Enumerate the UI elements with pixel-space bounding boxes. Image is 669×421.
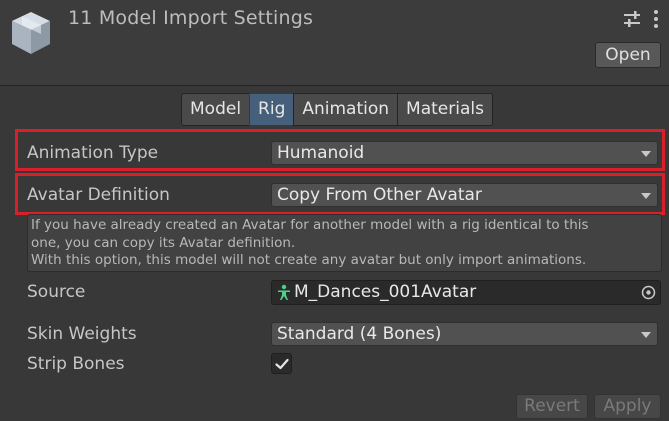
tab-rig[interactable]: Rig xyxy=(249,93,295,126)
inspector-header: 11 Model Import Settings Open xyxy=(0,0,669,86)
animation-type-value: Humanoid xyxy=(277,143,365,163)
avatar-definition-label: Avatar Definition xyxy=(27,185,170,205)
help-box: If you have already created an Avatar fo… xyxy=(27,214,662,272)
strip-bones-checkbox[interactable] xyxy=(271,353,292,374)
skin-weights-value: Standard (4 Bones) xyxy=(277,324,442,344)
source-object-field[interactable]: M_Dances_001Avatar xyxy=(271,280,661,305)
apply-button[interactable]: Apply xyxy=(594,394,661,419)
skin-weights-label: Skin Weights xyxy=(27,324,137,344)
tab-model[interactable]: Model xyxy=(181,93,251,126)
skin-weights-dropdown[interactable]: Standard (4 Bones) xyxy=(271,322,658,346)
more-options-icon[interactable] xyxy=(652,8,660,30)
source-value: M_Dances_001Avatar xyxy=(294,282,477,302)
inspector-title: 11 Model Import Settings xyxy=(68,7,314,29)
source-label: Source xyxy=(27,282,86,302)
checkmark-icon xyxy=(275,358,289,370)
dropdown-arrow-icon xyxy=(641,193,651,199)
help-text-line: If you have already created an Avatar fo… xyxy=(31,217,589,233)
avatar-definition-value: Copy From Other Avatar xyxy=(277,185,482,205)
tab-materials[interactable]: Materials xyxy=(397,93,493,126)
open-button[interactable]: Open xyxy=(595,42,661,68)
help-text-line: one, you can copy its Avatar definition. xyxy=(31,234,296,251)
help-text-line: With this option, this model will not cr… xyxy=(31,252,587,268)
tab-animation[interactable]: Animation xyxy=(293,93,399,126)
object-picker-icon[interactable] xyxy=(641,285,656,300)
model-cube-icon xyxy=(12,12,50,54)
avatar-icon xyxy=(278,284,290,300)
import-tabs: Model Rig Animation Materials xyxy=(181,93,493,126)
avatar-definition-dropdown[interactable]: Copy From Other Avatar xyxy=(271,183,658,207)
dropdown-arrow-icon xyxy=(641,151,651,157)
animation-type-label: Animation Type xyxy=(27,143,159,163)
animation-type-dropdown[interactable]: Humanoid xyxy=(271,141,658,165)
dropdown-arrow-icon xyxy=(641,332,651,338)
preset-settings-icon[interactable] xyxy=(622,9,642,29)
revert-button[interactable]: Revert xyxy=(516,394,588,419)
strip-bones-label: Strip Bones xyxy=(27,354,125,374)
